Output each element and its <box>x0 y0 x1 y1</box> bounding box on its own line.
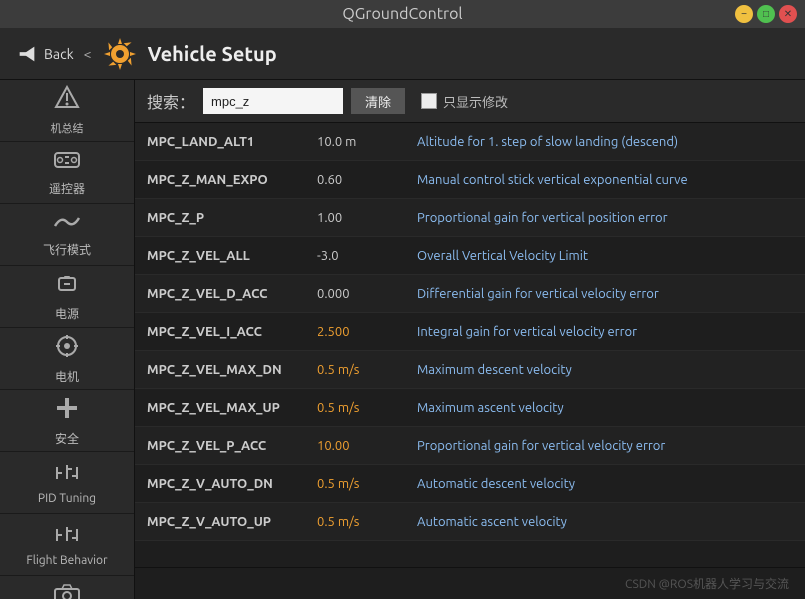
safety-icon <box>54 395 80 426</box>
param-name: MPC_Z_VEL_I_ACC <box>147 325 317 339</box>
table-row[interactable]: MPC_Z_VEL_ALL-3.0Overall Vertical Veloci… <box>135 237 805 275</box>
table-row[interactable]: MPC_LAND_ALT110.0 mAltitude for 1. step … <box>135 123 805 161</box>
param-name: MPC_Z_P <box>147 211 317 225</box>
table-row[interactable]: MPC_Z_VEL_MAX_UP0.5 m/sMaximum ascent ve… <box>135 389 805 427</box>
param-name: MPC_Z_VEL_ALL <box>147 249 317 263</box>
show-modified-checkbox[interactable] <box>421 93 437 109</box>
param-value[interactable]: 2.500 <box>317 325 417 339</box>
param-value[interactable]: 0.5 m/s <box>317 401 417 415</box>
sidebar: 机总结 遥控器 飞行模式 <box>0 80 135 599</box>
sidebar-item-flight-modes[interactable]: 飞行模式 <box>0 204 134 266</box>
camera-icon <box>53 583 81 599</box>
table-row[interactable]: MPC_Z_VEL_I_ACC2.500Integral gain for ve… <box>135 313 805 351</box>
table-row[interactable]: MPC_Z_VEL_P_ACC10.00Proportional gain fo… <box>135 427 805 465</box>
clear-button[interactable]: 清除 <box>351 88 405 114</box>
sidebar-label-motor: 电机 <box>55 368 79 385</box>
params-table: MPC_LAND_ALT110.0 mAltitude for 1. step … <box>135 123 805 567</box>
param-name: MPC_Z_V_AUTO_UP <box>147 515 317 529</box>
flight-behavior-icon <box>54 523 80 550</box>
param-desc: Differential gain for vertical velocity … <box>417 287 793 301</box>
footer: CSDN @ROS机器人学习与交流 <box>135 567 805 599</box>
titlebar-title: QGroundControl <box>342 5 462 23</box>
param-value[interactable]: 10.00 <box>317 439 417 453</box>
maximize-button[interactable]: □ <box>757 5 775 23</box>
sidebar-item-camera[interactable]: 相机 <box>0 576 134 599</box>
param-desc: Proportional gain for vertical position … <box>417 211 793 225</box>
main-layout: 机总结 遥控器 飞行模式 <box>0 80 805 599</box>
param-name: MPC_Z_V_AUTO_DN <box>147 477 317 491</box>
titlebar-controls: − □ ✕ <box>735 5 797 23</box>
remote-icon <box>53 149 81 176</box>
titlebar: QGroundControl − □ ✕ <box>0 0 805 28</box>
separator: < <box>84 46 92 62</box>
content-area: 搜索： 清除 只显示修改 MPC_LAND_ALT110.0 mAltitude… <box>135 80 805 599</box>
sidebar-item-pid-tuning[interactable]: PID Tuning <box>0 452 134 514</box>
param-value[interactable]: 0.5 m/s <box>317 477 417 491</box>
sidebar-label-remote: 遥控器 <box>49 180 85 197</box>
param-name: MPC_Z_VEL_D_ACC <box>147 287 317 301</box>
param-desc: Automatic ascent velocity <box>417 515 793 529</box>
param-name: MPC_Z_VEL_MAX_UP <box>147 401 317 415</box>
pid-icon <box>54 461 80 488</box>
sidebar-item-motor[interactable]: 电机 <box>0 328 134 390</box>
param-desc: Maximum descent velocity <box>417 363 793 377</box>
summary-icon <box>54 85 80 116</box>
sidebar-label-flight-behavior: Flight Behavior <box>26 554 107 567</box>
param-value[interactable]: 0.000 <box>317 287 417 301</box>
param-desc: Manual control stick vertical exponentia… <box>417 173 793 187</box>
sidebar-label-power: 电源 <box>55 305 79 322</box>
sidebar-item-safety[interactable]: 安全 <box>0 390 134 452</box>
param-name: MPC_LAND_ALT1 <box>147 135 317 149</box>
sidebar-label-pid-tuning: PID Tuning <box>38 492 96 505</box>
sidebar-item-power[interactable]: 电源 <box>0 266 134 328</box>
param-value[interactable]: 10.0 m <box>317 135 417 149</box>
param-desc: Maximum ascent velocity <box>417 401 793 415</box>
table-row[interactable]: MPC_Z_V_AUTO_UP0.5 m/sAutomatic ascent v… <box>135 503 805 541</box>
param-value[interactable]: 0.5 m/s <box>317 363 417 377</box>
param-value[interactable]: 0.5 m/s <box>317 515 417 529</box>
back-button[interactable]: Back < <box>16 43 92 65</box>
show-modified-container: 只显示修改 <box>421 92 508 111</box>
sidebar-item-remote[interactable]: 遥控器 <box>0 142 134 204</box>
header: Back < Vehicle Setup <box>0 28 805 80</box>
flight-modes-icon <box>53 212 81 237</box>
param-name: MPC_Z_VEL_P_ACC <box>147 439 317 453</box>
param-value[interactable]: 1.00 <box>317 211 417 225</box>
search-input[interactable] <box>203 88 343 114</box>
sidebar-label-flight-modes: 飞行模式 <box>43 241 91 258</box>
param-desc: Automatic descent velocity <box>417 477 793 491</box>
watermark: CSDN @ROS机器人学习与交流 <box>625 575 789 592</box>
header-title: Vehicle Setup <box>102 36 277 72</box>
show-modified-label: 只显示修改 <box>443 92 508 111</box>
table-row[interactable]: MPC_Z_P1.00Proportional gain for vertica… <box>135 199 805 237</box>
sidebar-item-summary[interactable]: 机总结 <box>0 80 134 142</box>
param-value[interactable]: 0.60 <box>317 173 417 187</box>
param-value[interactable]: -3.0 <box>317 249 417 263</box>
table-row[interactable]: MPC_Z_VEL_MAX_DN0.5 m/sMaximum descent v… <box>135 351 805 389</box>
param-name: MPC_Z_MAN_EXPO <box>147 173 317 187</box>
search-bar: 搜索： 清除 只显示修改 <box>135 80 805 123</box>
page-title: Vehicle Setup <box>148 42 277 65</box>
gear-icon-large <box>102 36 138 72</box>
back-label: Back <box>44 46 74 62</box>
sidebar-item-flight-behavior[interactable]: Flight Behavior <box>0 514 134 576</box>
minimize-button[interactable]: − <box>735 5 753 23</box>
table-row[interactable]: MPC_Z_VEL_D_ACC0.000Differential gain fo… <box>135 275 805 313</box>
sidebar-label-summary: 机总结 <box>51 120 84 136</box>
param-name: MPC_Z_VEL_MAX_DN <box>147 363 317 377</box>
param-desc: Overall Vertical Velocity Limit <box>417 249 793 263</box>
table-row[interactable]: MPC_Z_MAN_EXPO0.60Manual control stick v… <box>135 161 805 199</box>
table-row[interactable]: MPC_Z_V_AUTO_DN0.5 m/sAutomatic descent … <box>135 465 805 503</box>
search-label: 搜索： <box>147 89 195 113</box>
param-desc: Proportional gain for vertical velocity … <box>417 439 793 453</box>
param-desc: Integral gain for vertical velocity erro… <box>417 325 793 339</box>
sidebar-label-safety: 安全 <box>55 430 79 447</box>
close-button[interactable]: ✕ <box>779 5 797 23</box>
motor-icon <box>54 333 80 364</box>
param-desc: Altitude for 1. step of slow landing (de… <box>417 135 793 149</box>
back-arrow-icon <box>16 43 38 65</box>
power-icon <box>55 272 79 301</box>
